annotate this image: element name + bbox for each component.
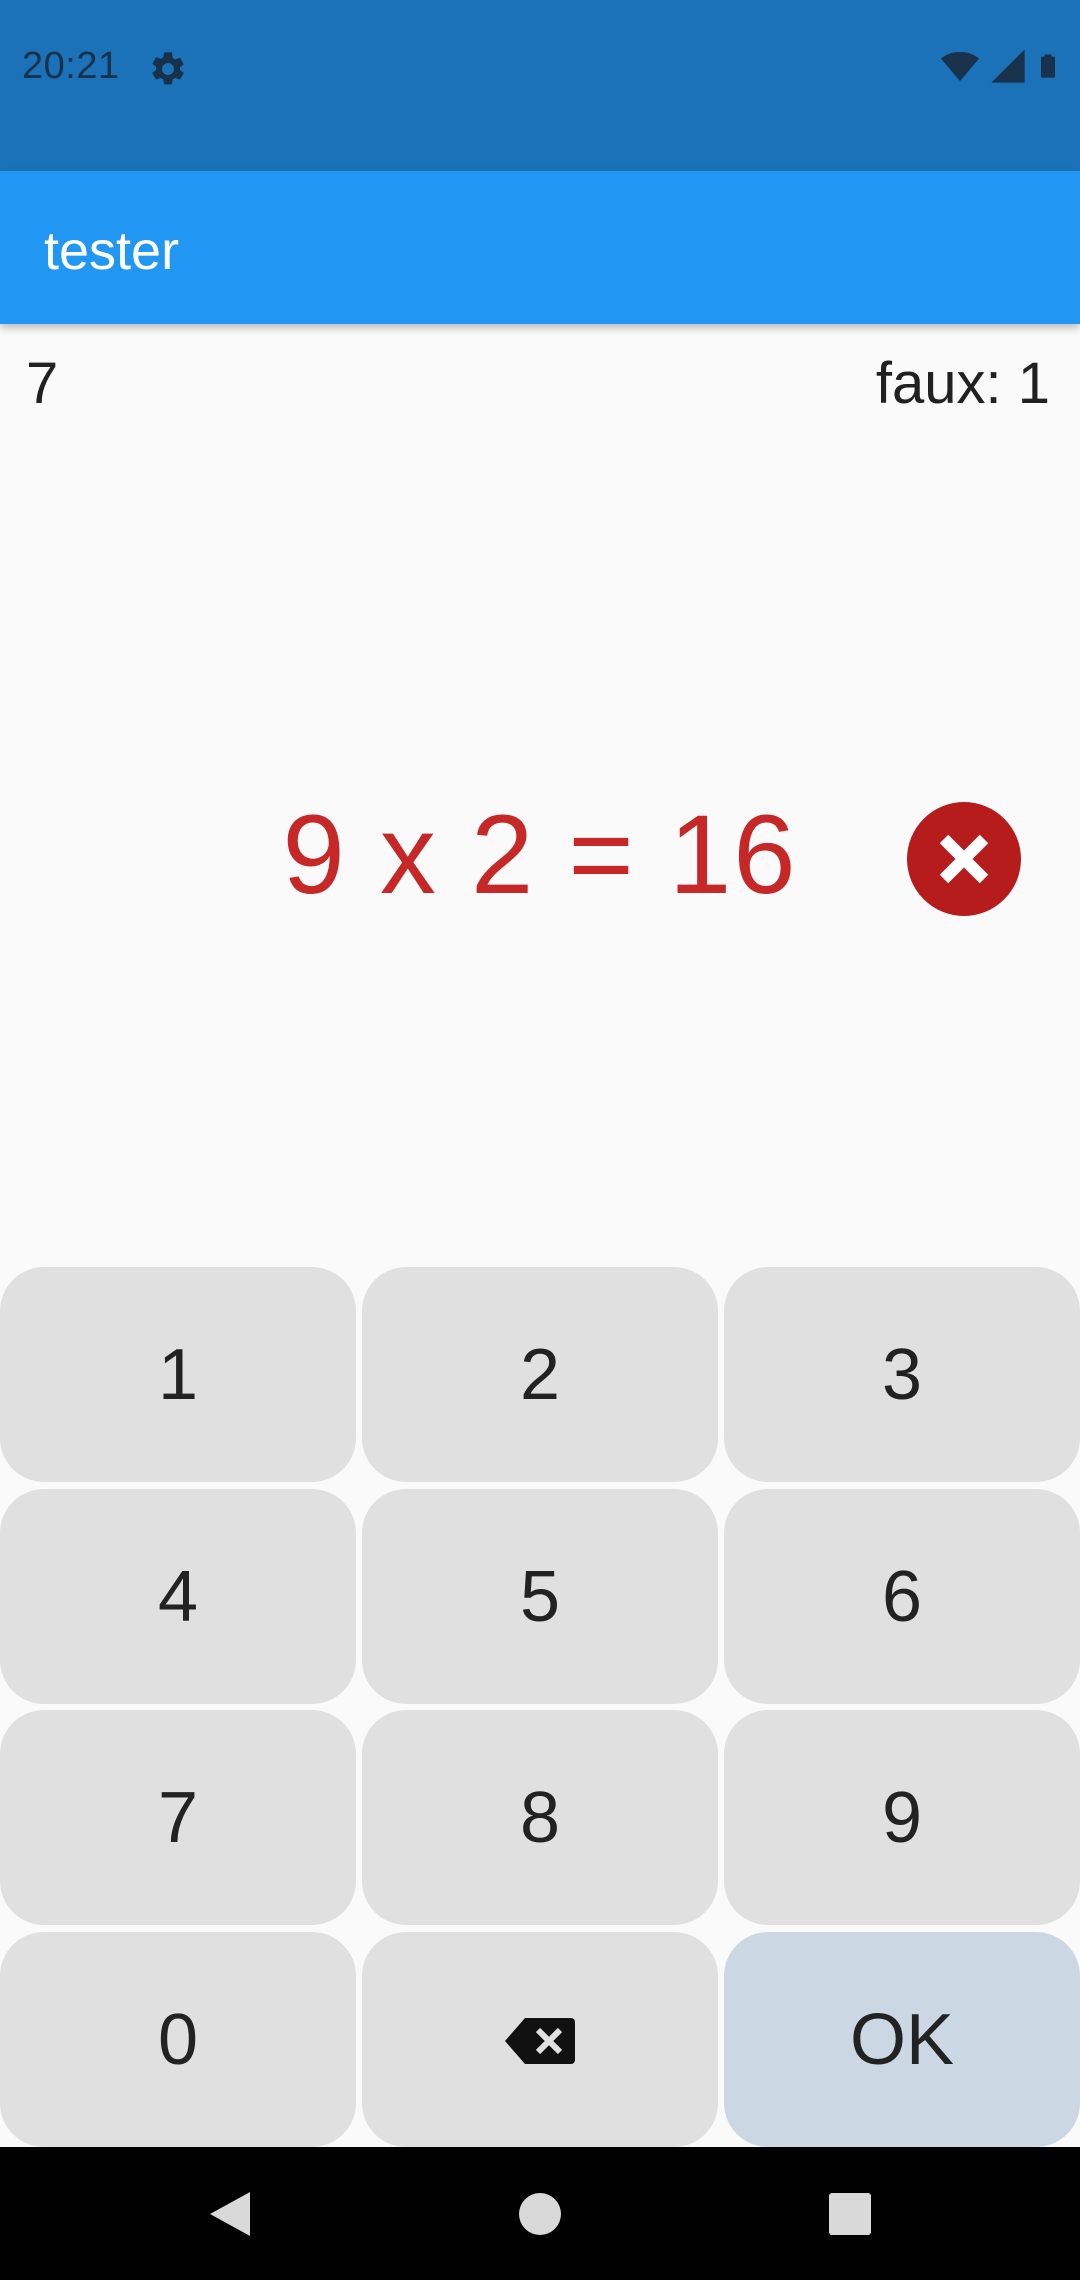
status-bar: 20:21 [0,0,1080,171]
gear-icon [148,49,188,89]
wrong-icon [907,802,1021,916]
back-icon[interactable] [190,2147,270,2280]
battery-icon [1034,46,1062,91]
key-7[interactable]: 7 [0,1710,356,1925]
key-4[interactable]: 4 [0,1489,356,1704]
key-2[interactable]: 2 [362,1267,718,1482]
status-icons [938,48,1062,88]
signal-icon [988,46,1028,91]
correct-count: 7 [26,351,59,416]
status-time: 20:21 [22,45,120,87]
key-8[interactable]: 8 [362,1710,718,1925]
home-icon[interactable] [500,2147,580,2280]
app-bar: tester [0,171,1080,324]
app-title: tester [44,221,180,281]
keypad: 1 2 3 4 5 6 7 8 9 0 OK [0,1267,1080,2147]
key-9[interactable]: 9 [724,1710,1080,1925]
key-5[interactable]: 5 [362,1489,718,1704]
key-6[interactable]: 6 [724,1489,1080,1704]
navigation-bar [0,2147,1080,2280]
key-3[interactable]: 3 [724,1267,1080,1482]
backspace-icon [505,1999,575,2081]
wrong-count: faux: 1 [875,351,1050,416]
ok-button[interactable]: OK [724,1932,1080,2147]
key-0[interactable]: 0 [0,1932,356,2147]
backspace-button[interactable] [362,1932,718,2147]
key-1[interactable]: 1 [0,1267,356,1482]
recents-icon[interactable] [810,2147,890,2280]
wifi-icon [938,46,982,91]
